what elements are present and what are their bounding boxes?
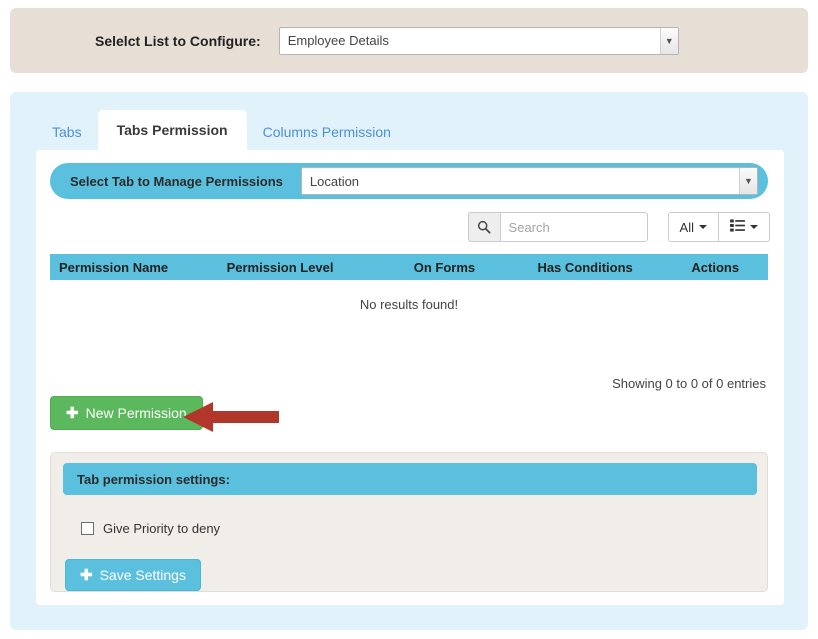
settings-title: Tab permission settings:: [63, 463, 757, 495]
empty-row: No results found!: [50, 280, 768, 354]
plus-icon: ✚: [80, 566, 93, 584]
table-toolbar: All: [467, 212, 770, 242]
table-header-row: Permission Name Permission Level On Form…: [50, 254, 768, 280]
list-to-configure-value: Employee Details: [287, 33, 389, 48]
new-permission-button[interactable]: ✚ New Permission: [50, 396, 203, 430]
annotation-arrow-left-icon: [183, 400, 279, 434]
tab-tabs[interactable]: Tabs: [36, 115, 98, 150]
tab-permission-settings-panel: Tab permission settings: Give Priority t…: [50, 452, 768, 592]
select-tab-bar: Select Tab to Manage Permissions Locatio…: [50, 163, 768, 199]
list-columns-icon: [730, 219, 745, 235]
permissions-panel: Tabs Tabs Permission Columns Permission …: [10, 92, 808, 630]
save-settings-label: Save Settings: [99, 567, 186, 583]
caret-down-icon: [750, 225, 758, 229]
give-priority-to-deny-row[interactable]: Give Priority to deny: [81, 521, 220, 536]
list-configure-row: Selelct List to Configure: Employee Deta…: [10, 8, 808, 73]
column-header-has-conditions[interactable]: Has Conditions: [507, 254, 663, 280]
entries-info: Showing 0 to 0 of 0 entries: [612, 376, 766, 391]
permissions-table-wrap: Permission Name Permission Level On Form…: [50, 254, 768, 391]
table-filter-buttons: All: [667, 212, 770, 242]
scope-filter-button[interactable]: All: [667, 212, 719, 242]
caret-down-icon: [699, 225, 707, 229]
tab-tabs-permission[interactable]: Tabs Permission: [97, 110, 247, 150]
tabs-permission-card: Select Tab to Manage Permissions Locatio…: [36, 150, 784, 605]
tab-columns-permission[interactable]: Columns Permission: [247, 115, 407, 150]
tab-bar: Tabs Tabs Permission Columns Permission: [36, 110, 407, 150]
column-header-permission-level[interactable]: Permission Level: [220, 254, 382, 280]
give-priority-to-deny-checkbox[interactable]: [81, 522, 94, 535]
list-configure-panel: Selelct List to Configure: Employee Deta…: [10, 8, 808, 73]
search-icon: [467, 212, 500, 242]
list-configure-label: Selelct List to Configure:: [95, 32, 261, 49]
save-settings-button[interactable]: ✚ Save Settings: [65, 559, 201, 591]
no-results-message: No results found!: [359, 297, 459, 312]
column-header-on-forms[interactable]: On Forms: [381, 254, 508, 280]
column-header-actions[interactable]: Actions: [662, 254, 768, 280]
new-permission-label: New Permission: [85, 405, 187, 421]
give-priority-to-deny-label: Give Priority to deny: [103, 521, 221, 536]
table-head: Permission Name Permission Level On Form…: [50, 254, 768, 280]
table-body: No results found!: [50, 280, 768, 354]
column-header-permission-name[interactable]: Permission Name: [50, 254, 221, 280]
scope-filter-label: All: [679, 219, 694, 235]
select-tab-label: Select Tab to Manage Permissions: [70, 173, 283, 189]
search-group: [467, 212, 648, 242]
tab-to-manage-value: Location: [309, 173, 360, 189]
permissions-table: Permission Name Permission Level On Form…: [50, 254, 768, 354]
tab-to-manage-select[interactable]: Location ▼: [300, 167, 758, 195]
column-visibility-button[interactable]: [719, 212, 770, 242]
page-root: Selelct List to Configure: Employee Deta…: [0, 0, 818, 639]
search-input[interactable]: [499, 212, 648, 242]
chevron-down-icon[interactable]: ▼: [659, 27, 678, 54]
plus-icon: ✚: [66, 404, 79, 422]
list-to-configure-select[interactable]: Employee Details ▼: [278, 26, 679, 55]
chevron-down-icon[interactable]: ▼: [739, 168, 757, 194]
